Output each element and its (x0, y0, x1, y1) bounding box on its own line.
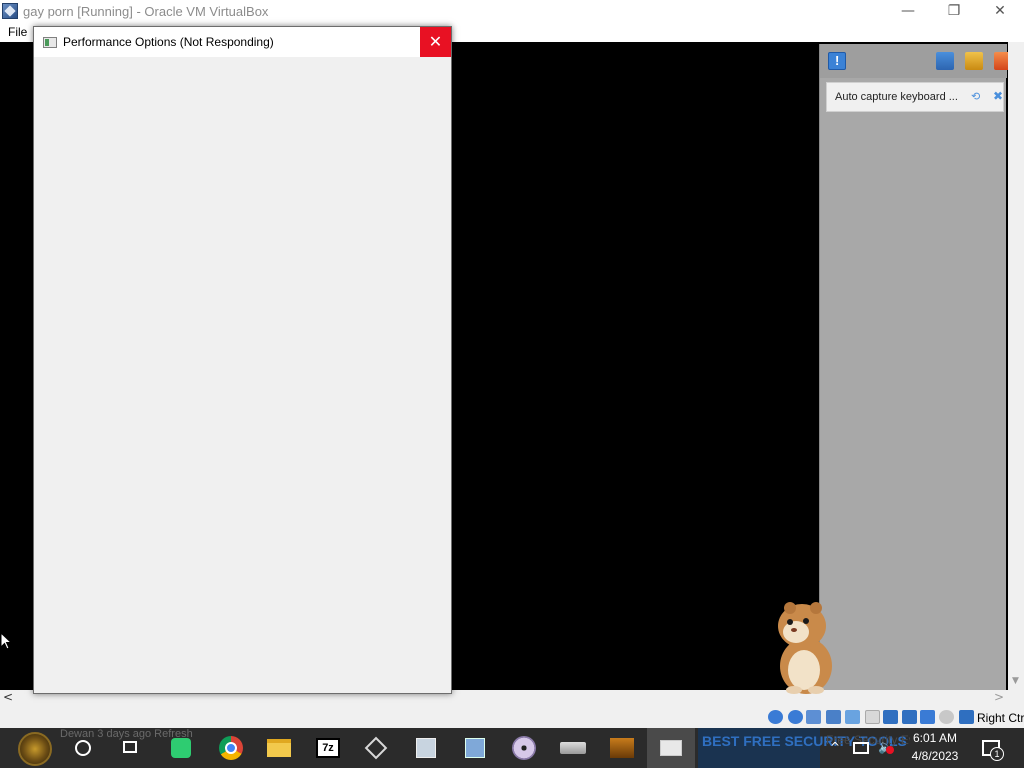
alert-icon[interactable] (828, 52, 846, 70)
search-button[interactable] (59, 728, 107, 768)
7zip-icon: 7z (316, 738, 340, 758)
notice-text: Auto capture keyboard ... (835, 91, 958, 103)
dialog-title-bar[interactable]: Performance Options (Not Responding) ✕ (34, 27, 451, 57)
notice-pin-icon[interactable]: ⟲ (971, 90, 980, 103)
keyboard-capture-indicator-icon[interactable] (959, 710, 974, 724)
taskbar-drive-app[interactable] (549, 728, 597, 768)
taskbar-chart-app[interactable] (451, 728, 499, 768)
taskbar-game-app[interactable] (598, 728, 646, 768)
start-orb-icon (18, 732, 52, 766)
usb-indicator-icon[interactable] (845, 710, 860, 724)
scroll-right-arrow-icon[interactable]: > (994, 690, 1004, 704)
taskbar-monitor-app[interactable] (402, 728, 450, 768)
cpu-indicator-icon[interactable] (920, 710, 935, 724)
start-button[interactable] (8, 728, 62, 768)
virtualbox-app-icon[interactable] (2, 3, 18, 19)
taskbar-security-tools[interactable]: BEST FREE SECURITY TOOLS (698, 728, 907, 768)
auto-capture-notice: Auto capture keyboard ... ⟲ ✖ (826, 82, 1004, 112)
mouse-cursor-icon (0, 632, 12, 650)
performance-options-dialog[interactable]: Performance Options (Not Responding) ✕ (33, 26, 452, 694)
taskbar-disc-app[interactable] (500, 728, 548, 768)
host-window-title: gay porn [Running] - Oracle VM VirtualBo… (23, 4, 269, 19)
notice-close-icon[interactable]: ✖ (993, 89, 1003, 103)
taskbar-7zip[interactable]: 7z (304, 728, 352, 768)
taskbar-chrome[interactable] (207, 728, 255, 768)
cube-icon (364, 736, 388, 760)
host-title-bar: gay porn [Running] - Oracle VM VirtualBo… (0, 0, 1024, 22)
folder-icon (267, 739, 291, 757)
cortana-circle-icon (75, 740, 91, 756)
host-key-label: Right Ctrl (977, 711, 1024, 725)
sync-icon[interactable] (936, 52, 954, 70)
taskbar-3d-app[interactable] (352, 728, 400, 768)
clock-date[interactable]: 4/8/2023 (906, 749, 964, 763)
optical-drive-indicator-icon[interactable] (788, 710, 803, 724)
taskbar-file-explorer[interactable] (255, 728, 303, 768)
game-app-icon (610, 738, 634, 758)
chrome-icon (219, 736, 243, 760)
guest-taskbar: Dewan 3 days ago Refresh 7z BEST FREE SE… (0, 728, 1024, 768)
dialog-window-icon (43, 37, 57, 48)
shared-folders-indicator-icon[interactable] (865, 710, 880, 724)
chart-app-icon (465, 738, 485, 758)
volume-muted-badge-icon (886, 746, 894, 754)
scroll-down-arrow-icon[interactable]: ▼ (1012, 676, 1019, 686)
hamster-mascot-icon (778, 602, 832, 694)
hard-disk-indicator-icon[interactable] (768, 710, 783, 724)
vertical-scrollbar[interactable] (1008, 42, 1024, 690)
taskbar-notes-app[interactable] (157, 728, 205, 768)
dialog-title: Performance Options (Not Responding) (63, 35, 274, 49)
task-view-button[interactable] (107, 728, 155, 768)
minimize-button[interactable]: — (885, 0, 931, 22)
notification-count-badge: 1 (990, 747, 1004, 761)
recording-indicator-icon[interactable] (902, 710, 917, 724)
mouse-integration-indicator-icon[interactable] (939, 710, 954, 724)
disc-icon (512, 736, 536, 760)
screen: gay porn [Running] - Oracle VM VirtualBo… (0, 0, 1024, 768)
audio-indicator-icon[interactable] (806, 710, 821, 724)
pencil-icon[interactable] (965, 52, 983, 70)
monitor-app-icon (416, 738, 436, 758)
network-tray-icon[interactable] (853, 742, 869, 754)
restore-button[interactable]: ❐ (931, 0, 977, 22)
guest-side-panel: Auto capture keyboard ... ⟲ ✖ (819, 44, 1012, 690)
notes-app-icon (171, 738, 191, 758)
menu-file[interactable]: File (8, 25, 27, 39)
guest-panel-toolbar (820, 44, 1012, 78)
network-indicator-icon[interactable] (826, 710, 841, 724)
tray-chevron-icon[interactable]: ^ (830, 740, 840, 754)
taskbar-active-window[interactable] (647, 728, 695, 768)
window-icon (660, 740, 682, 756)
dialog-close-button[interactable]: ✕ (420, 27, 451, 57)
clock-time[interactable]: 6:01 AM (906, 731, 964, 745)
drive-icon (560, 742, 586, 754)
vbox-status-bar: Right Ctrl (0, 706, 1024, 728)
task-view-icon (123, 741, 137, 753)
close-window-button[interactable]: ✕ (977, 0, 1023, 22)
scroll-left-arrow-icon[interactable]: < (3, 690, 13, 704)
display-indicator-icon[interactable] (883, 710, 898, 724)
